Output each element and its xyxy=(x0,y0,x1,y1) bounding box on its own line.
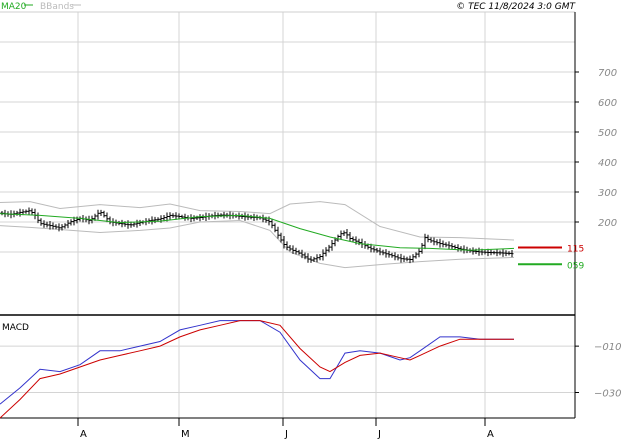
x-tick-label: J xyxy=(377,429,381,440)
chart-stage: MA20 BBands © TEC 11/8/2024 3:0 GMT 700 6… xyxy=(0,0,627,440)
macd-tick-label: −030 xyxy=(594,389,621,400)
price-tick-label: 300 xyxy=(598,188,617,199)
x-tick-label: A xyxy=(80,429,87,440)
x-tick-label: A xyxy=(487,429,494,440)
price-tick-label: 600 xyxy=(598,98,617,109)
macd-title: MACD xyxy=(2,323,29,333)
value-marker-label: 115 xyxy=(567,245,584,255)
price-tick-label: 200 xyxy=(598,218,617,229)
value-marker-label: 059 xyxy=(567,261,584,271)
price-tick-label: 500 xyxy=(598,128,617,139)
legend-bbands: BBands xyxy=(40,2,74,12)
x-tick-label: M xyxy=(181,429,190,440)
price-tick-label: 400 xyxy=(598,158,617,169)
legend-ma20: MA20 xyxy=(1,2,27,12)
x-tick-label: J xyxy=(284,429,288,440)
copyright-text: © TEC 11/8/2024 3:0 GMT xyxy=(456,2,576,12)
stock-chart: MA20 BBands © TEC 11/8/2024 3:0 GMT 700 6… xyxy=(0,0,627,440)
macd-tick-label: −010 xyxy=(594,342,621,353)
price-tick-label: 700 xyxy=(598,68,617,79)
